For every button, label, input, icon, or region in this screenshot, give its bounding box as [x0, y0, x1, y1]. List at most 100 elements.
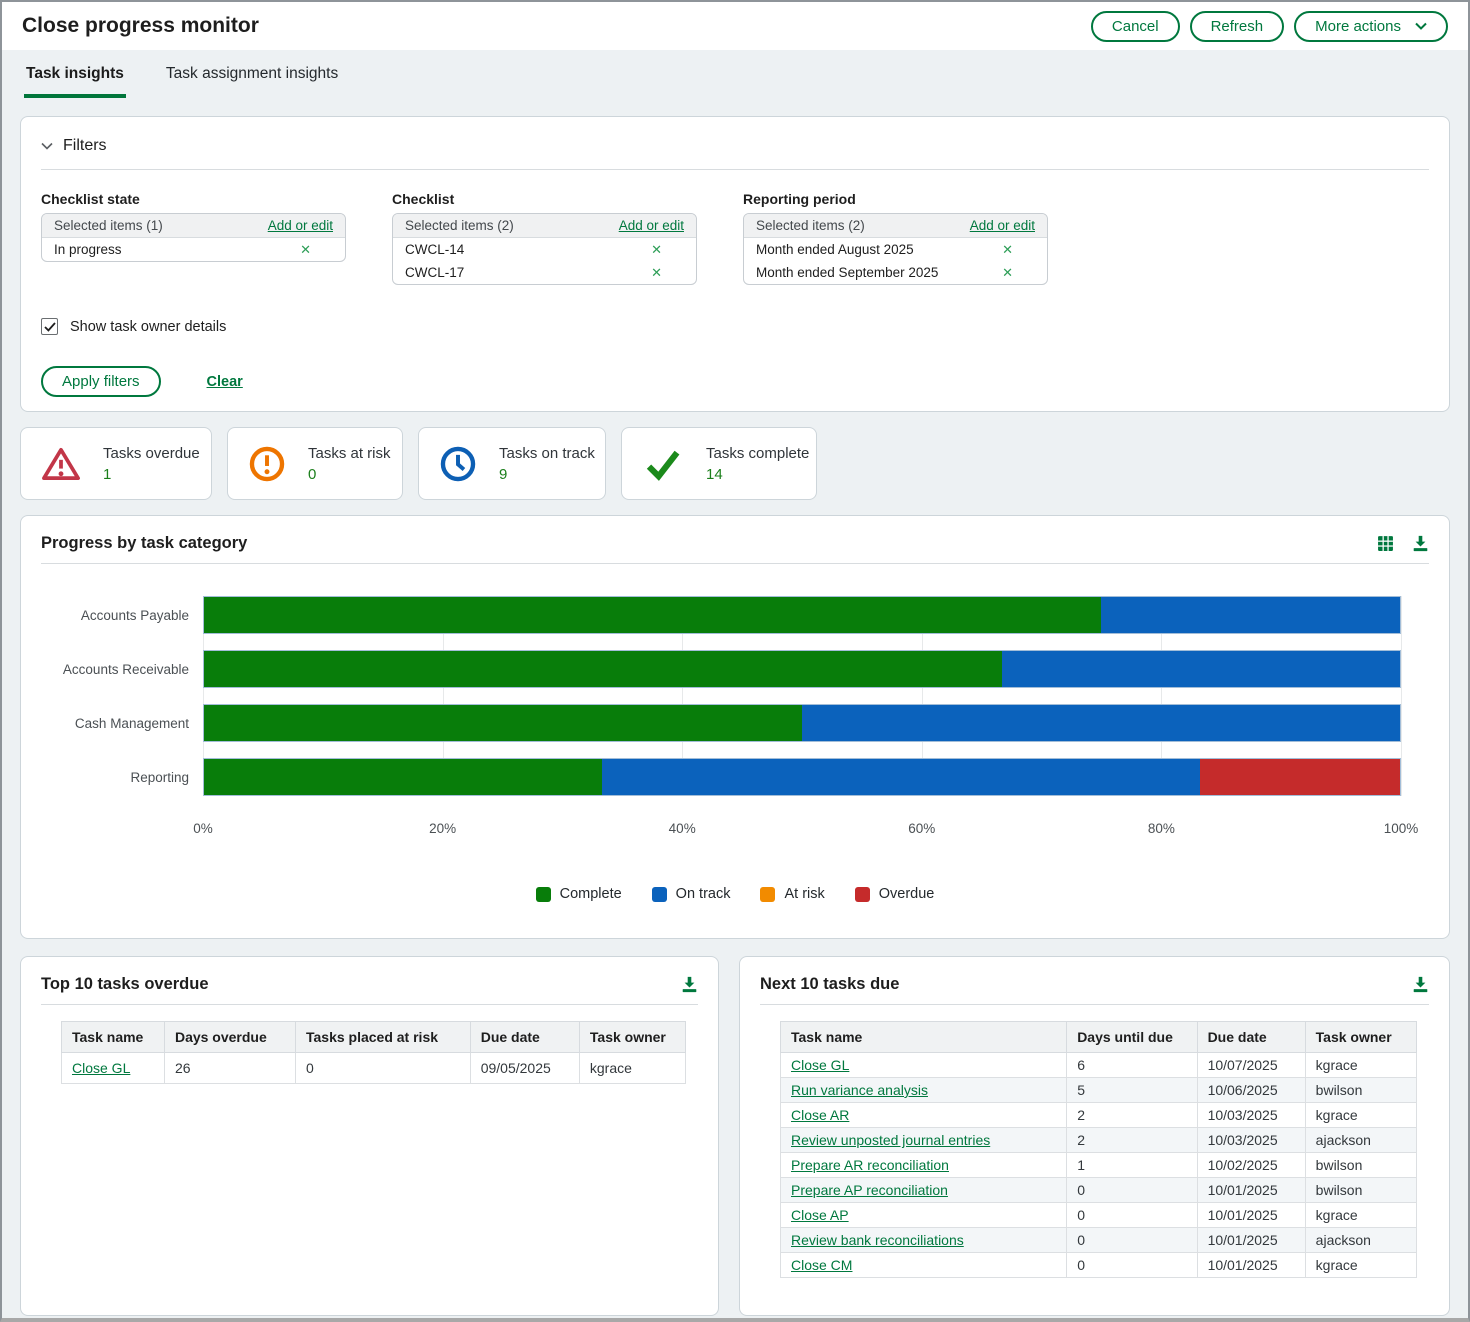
- chart-panel-header: Progress by task category: [41, 526, 1429, 564]
- remove-item-icon[interactable]: ✕: [1002, 266, 1013, 279]
- selected-item-label: Month ended September 2025: [756, 265, 938, 280]
- selected-item: CWCL-14 ✕: [393, 238, 696, 261]
- table-cell: 10/03/2025: [1197, 1128, 1305, 1153]
- clear-filters-link[interactable]: Clear: [207, 374, 243, 390]
- legend-item-complete: Complete: [536, 886, 622, 902]
- table-cell: 10/07/2025: [1197, 1053, 1305, 1078]
- table-cell: 10/01/2025: [1197, 1253, 1305, 1278]
- add-or-edit-link[interactable]: Add or edit: [268, 218, 333, 233]
- column-header-days-until-due: Days until due: [1067, 1022, 1197, 1053]
- filter-group-reporting-period: Reporting periodSelected items (2)Add or…: [743, 191, 1048, 285]
- chart-row-reporting: Reporting: [41, 758, 1401, 796]
- more-actions-button[interactable]: More actions: [1294, 11, 1448, 42]
- filter-group-label: Checklist: [392, 191, 697, 207]
- axis-tick-label: 20%: [429, 821, 456, 836]
- selected-items-summary: Selected items (1): [54, 218, 163, 233]
- download-icon[interactable]: [681, 976, 698, 993]
- table-cell: 10/06/2025: [1197, 1078, 1305, 1103]
- warning-triangle-icon: [41, 444, 81, 484]
- bar-track: [203, 704, 1401, 742]
- chart-row-accounts-payable: Accounts Payable: [41, 596, 1401, 634]
- filters-header[interactable]: Filters: [41, 129, 1429, 170]
- remove-item-icon[interactable]: ✕: [1002, 243, 1013, 256]
- task-link[interactable]: Close AR: [791, 1107, 849, 1123]
- kpi-value: 1: [103, 466, 200, 483]
- legend-label: At risk: [784, 886, 824, 902]
- chart-panel-icons: [1377, 535, 1429, 552]
- selected-item: Month ended September 2025 ✕: [744, 261, 1047, 284]
- remove-item-icon[interactable]: ✕: [300, 243, 311, 256]
- category-label: Reporting: [41, 770, 203, 785]
- category-label: Accounts Receivable: [41, 662, 203, 677]
- column-header-days-overdue: Days overdue: [164, 1022, 295, 1053]
- overdue-tasks-table: Task nameDays overdueTasks placed at ris…: [61, 1021, 686, 1084]
- topbar-buttons: Cancel Refresh More actions: [1091, 11, 1448, 42]
- tab-task-insights[interactable]: Task insights: [24, 50, 126, 98]
- download-icon[interactable]: [1412, 535, 1429, 552]
- remove-item-icon[interactable]: ✕: [651, 243, 662, 256]
- bar-segment-on-track: [1101, 597, 1400, 633]
- gridline: [1401, 596, 1402, 796]
- task-link[interactable]: Review bank reconciliations: [791, 1232, 964, 1248]
- add-or-edit-link[interactable]: Add or edit: [970, 218, 1035, 233]
- table-view-icon[interactable]: [1377, 535, 1394, 552]
- task-link[interactable]: Prepare AR reconciliation: [791, 1157, 949, 1173]
- show-task-owner-row: Show task owner details: [41, 318, 1429, 335]
- column-header-task-owner: Task owner: [1305, 1022, 1416, 1053]
- tab-task-assignment-insights[interactable]: Task assignment insights: [164, 50, 340, 98]
- kpi-card-tasks-on-track: Tasks on track9: [418, 427, 606, 500]
- show-task-owner-checkbox[interactable]: [41, 318, 58, 335]
- task-link[interactable]: Close CM: [791, 1257, 852, 1273]
- table-cell: Close AP: [781, 1203, 1067, 1228]
- legend-item-at-risk: At risk: [760, 886, 824, 902]
- selected-item: CWCL-17✕: [393, 261, 696, 284]
- table-cell: 6: [1067, 1053, 1197, 1078]
- chart-x-axis: 0%20%40%60%80%100%: [203, 821, 1401, 839]
- selected-items-box: Selected items (1) Add or edit In progress…: [41, 213, 346, 262]
- table-cell: kgrace: [1305, 1203, 1416, 1228]
- table-cell: kgrace: [579, 1053, 685, 1084]
- legend-swatch: [760, 887, 775, 902]
- task-link[interactable]: Close GL: [72, 1060, 130, 1076]
- kpi-label: Tasks complete: [706, 445, 809, 462]
- legend-label: Complete: [560, 886, 622, 902]
- remove-item-icon[interactable]: ✕: [651, 266, 662, 279]
- task-link[interactable]: Run variance analysis: [791, 1082, 928, 1098]
- chart-row-accounts-receivable: Accounts Receivable: [41, 650, 1401, 688]
- filter-group-label: Checklist state: [41, 191, 346, 207]
- table-row: Close CM010/01/2025kgrace: [781, 1253, 1417, 1278]
- task-link[interactable]: Close GL: [791, 1057, 849, 1073]
- kpi-value: 0: [308, 466, 391, 483]
- exclamation-circle-icon: [248, 445, 286, 483]
- task-link[interactable]: Review unposted journal entries: [791, 1132, 990, 1148]
- category-label: Cash Management: [41, 716, 203, 731]
- chart-legend: CompleteOn trackAt riskOverdue: [41, 886, 1429, 902]
- checkmark-icon: [642, 443, 684, 485]
- kpi-card-tasks-at-risk: Tasks at risk0: [227, 427, 403, 500]
- table-cell: 0: [1067, 1178, 1197, 1203]
- cancel-button[interactable]: Cancel: [1091, 11, 1180, 42]
- download-icon[interactable]: [1412, 976, 1429, 993]
- due-panel-header: Next 10 tasks due: [760, 967, 1429, 1005]
- refresh-button[interactable]: Refresh: [1190, 11, 1285, 42]
- table-cell: Review bank reconciliations: [781, 1228, 1067, 1253]
- selected-item: In progress✕: [42, 238, 345, 261]
- category-label: Accounts Payable: [41, 608, 203, 623]
- task-link[interactable]: Prepare AP reconciliation: [791, 1182, 948, 1198]
- bar-segment-complete: [204, 759, 602, 795]
- column-header-due-date: Due date: [1197, 1022, 1305, 1053]
- task-link[interactable]: Close AP: [791, 1207, 849, 1223]
- add-or-edit-link[interactable]: Add or edit: [619, 218, 684, 233]
- chevron-down-icon: [41, 142, 53, 150]
- due-panel-title: Next 10 tasks due: [760, 975, 899, 994]
- axis-tick-label: 100%: [1384, 821, 1419, 836]
- apply-filters-button[interactable]: Apply filters: [41, 366, 161, 397]
- chevron-down-icon: [1415, 22, 1427, 30]
- table-cell: kgrace: [1305, 1103, 1416, 1128]
- filters-panel: Filters Checklist state Selected items (1…: [20, 116, 1450, 412]
- table-cell: 0: [1067, 1253, 1197, 1278]
- selected-item-label: CWCL-14: [405, 242, 464, 257]
- selected-item-label: Month ended August 2025: [756, 242, 914, 257]
- table-row: Run variance analysis510/06/2025bwilson: [781, 1078, 1417, 1103]
- table-cell: 0: [1067, 1203, 1197, 1228]
